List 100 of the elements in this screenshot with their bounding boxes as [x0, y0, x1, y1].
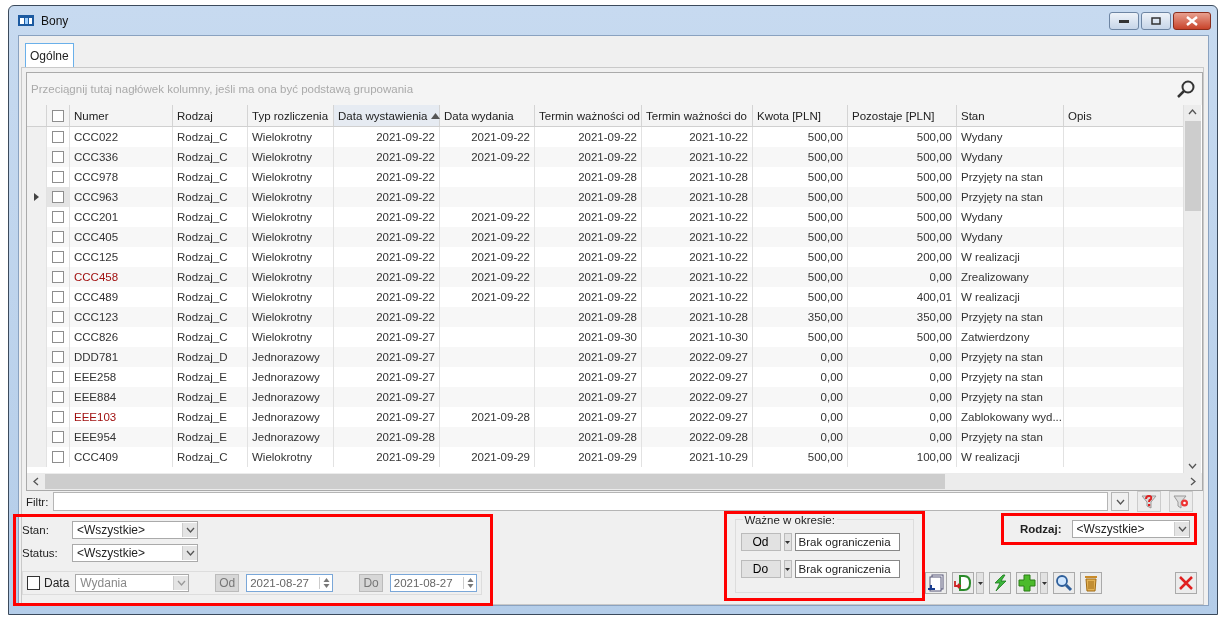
stan-dropdown[interactable]: <Wszystkie> [72, 520, 198, 539]
status-dropdown[interactable]: <Wszystkie> [72, 543, 198, 562]
delete-button[interactable] [1080, 572, 1103, 594]
table-cell: 0,00 [820, 391, 843, 403]
period-field[interactable]: Brak ograniczenia [794, 560, 900, 578]
column-header[interactable]: Data wydania [439, 105, 534, 126]
row-checkbox[interactable] [52, 411, 64, 423]
lightning-button[interactable] [989, 572, 1012, 594]
chevron-right-icon[interactable] [1190, 477, 1196, 486]
maximize-button[interactable] [1141, 12, 1171, 30]
select-all-checkbox[interactable] [52, 109, 64, 122]
column-header[interactable]: Kwota [PLN] [752, 105, 847, 126]
table-cell: Wydany [961, 211, 1003, 223]
table-cell: Jednorazowy [252, 391, 320, 403]
table-cell: 2021-09-27 [376, 411, 435, 423]
filter-field[interactable] [53, 492, 1108, 511]
rodzaj-dropdown[interactable]: <Wszystkie> [1071, 520, 1190, 538]
table-cell: 2021-09-22 [376, 291, 435, 303]
table-cell: 2022-09-27 [689, 391, 748, 403]
table-cell: Rodzaj_C [177, 211, 228, 223]
row-checkbox[interactable] [52, 291, 64, 303]
scrollbar-thumb[interactable] [1184, 121, 1201, 211]
table-cell: 0,00 [929, 411, 952, 423]
table-cell: 2021-09-22 [376, 271, 435, 283]
row-checkbox[interactable] [52, 191, 64, 203]
chevron-down-icon [185, 526, 195, 533]
row-checkbox[interactable] [52, 171, 64, 183]
table-cell: 2021-10-22 [689, 131, 748, 143]
scrollbar-thumb[interactable] [45, 474, 945, 489]
filter-settings-button[interactable] [1169, 491, 1193, 512]
clear-filter-button[interactable] [1137, 491, 1161, 512]
chevron-left-icon[interactable] [33, 477, 39, 486]
table-cell: 2021-10-30 [689, 331, 748, 343]
to-date-field[interactable]: 2021-08-27 [389, 574, 477, 592]
dropdown-button[interactable] [976, 572, 985, 594]
column-header[interactable]: Numer [69, 105, 172, 126]
date-checkbox[interactable] [27, 576, 40, 590]
period-dropdown-button[interactable] [783, 533, 792, 551]
table-cell: 500,00 [807, 171, 843, 183]
period-field[interactable]: Brak ograniczenia [794, 533, 900, 551]
date-type-dropdown[interactable]: Wydania [75, 574, 190, 592]
table-cell: 0,00 [820, 371, 843, 383]
filter-dropdown-button[interactable] [1111, 492, 1129, 511]
row-checkbox[interactable] [52, 251, 64, 263]
minimize-button[interactable] [1109, 12, 1139, 30]
table-cell: 500,00 [916, 151, 952, 163]
row-checkbox[interactable] [52, 211, 64, 223]
column-header[interactable]: Rodzaj [172, 105, 247, 126]
period-button[interactable]: Do [740, 560, 781, 578]
column-header[interactable]: Data wystawienia [333, 105, 439, 126]
row-checkbox[interactable] [52, 311, 64, 323]
search-icon[interactable] [1176, 79, 1196, 99]
table-cell: 2021-09-27 [578, 371, 637, 383]
table-cell: CCC963 [74, 191, 119, 203]
row-checkbox[interactable] [52, 391, 64, 403]
group-hint: Przeciągnij tutaj nagłówek kolumny, jeśli ma ona być podstawą grupowania [31, 83, 414, 95]
row-checkbox[interactable] [52, 131, 64, 143]
vertical-scrollbar[interactable] [1183, 105, 1201, 473]
table-cell: Przyjęty na stan [961, 371, 1043, 383]
table-cell: Rodzaj_C [177, 271, 228, 283]
tab[interactable]: Ogólne [25, 43, 74, 67]
sort-icon [431, 112, 441, 119]
horizontal-scrollbar[interactable] [27, 473, 1202, 490]
table-row[interactable]: CCC963 Rodzaj_C Wielokrotny 2021-09-22 2021-09-28 2021-10-28 500,00 500,00 Przyjęty na stan [27, 187, 1183, 207]
from-date-field[interactable]: 2021-08-27 [246, 574, 334, 592]
column-header[interactable]: Termin ważności do [641, 105, 752, 126]
add-button[interactable] [1016, 572, 1039, 594]
row-checkbox[interactable] [52, 431, 64, 443]
preview-button[interactable] [1053, 572, 1076, 594]
table-row[interactable]: EEE954 Rodzaj_E Jednorazowy 2021-09-28 2021-09-28 2022-09-28 0,00 0,00 Przyjęty na stan [27, 427, 1183, 447]
chevron-up-icon[interactable] [1188, 109, 1197, 115]
period-button[interactable]: Od [740, 533, 781, 551]
table-cell: Rodzaj_E [177, 431, 227, 443]
row-checkbox[interactable] [52, 271, 64, 283]
row-checkbox[interactable] [52, 231, 64, 243]
dropdown-button[interactable] [1040, 572, 1049, 594]
row-checkbox[interactable] [52, 451, 64, 463]
column-header[interactable]: Stan [956, 105, 1063, 126]
row-checkbox[interactable] [52, 351, 64, 363]
chevron-down-icon[interactable] [1188, 463, 1197, 469]
row-checkbox[interactable] [52, 331, 64, 343]
close-window-button[interactable] [1175, 572, 1197, 594]
row-checkbox[interactable] [52, 151, 64, 163]
row-checkbox[interactable] [52, 371, 64, 383]
status-label: Status: [22, 546, 59, 559]
close-button[interactable] [1173, 12, 1211, 30]
table-cell: 2021-09-27 [578, 351, 637, 363]
table-row[interactable]: DDD781 Rodzaj_D Jednorazowy 2021-09-27 2021-09-27 2022-09-27 0,00 0,00 Przyjęty na stan [27, 347, 1183, 367]
table-cell: Wielokrotny [252, 331, 313, 343]
table-row[interactable]: CCC405 Rodzaj_C Wielokrotny 2021-09-22 2021-09-22 2021-09-22 2021-10-22 500,00 500,00 Wydany [27, 227, 1183, 247]
table-row[interactable]: CCC458 Rodzaj_C Wielokrotny 2021-09-22 2021-09-22 2021-09-22 2021-10-22 500,00 0,00 Zrealizowany [27, 267, 1183, 287]
documents-button[interactable] [925, 572, 948, 594]
column-header[interactable]: Pozostaje [PLN] [847, 105, 956, 126]
table-row[interactable]: EEE884 Rodzaj_E Jednorazowy 2021-09-27 2021-09-27 2022-09-27 0,00 0,00 Przyjęty na stan [27, 387, 1183, 407]
column-header[interactable]: Termin ważności od [534, 105, 641, 126]
table-cell: 2021-10-22 [689, 211, 748, 223]
table-row[interactable]: CCC123 Rodzaj_C Wielokrotny 2021-09-22 2021-09-28 2021-10-28 350,00 350,00 Przyjęty na stan [27, 307, 1183, 327]
table-row[interactable]: CCC336 Rodzaj_C Wielokrotny 2021-09-22 2021-09-22 2021-09-22 2021-10-22 500,00 500,00 Wydany [27, 147, 1183, 167]
document-d-button[interactable] [952, 572, 975, 594]
period-dropdown-button[interactable] [783, 560, 792, 578]
